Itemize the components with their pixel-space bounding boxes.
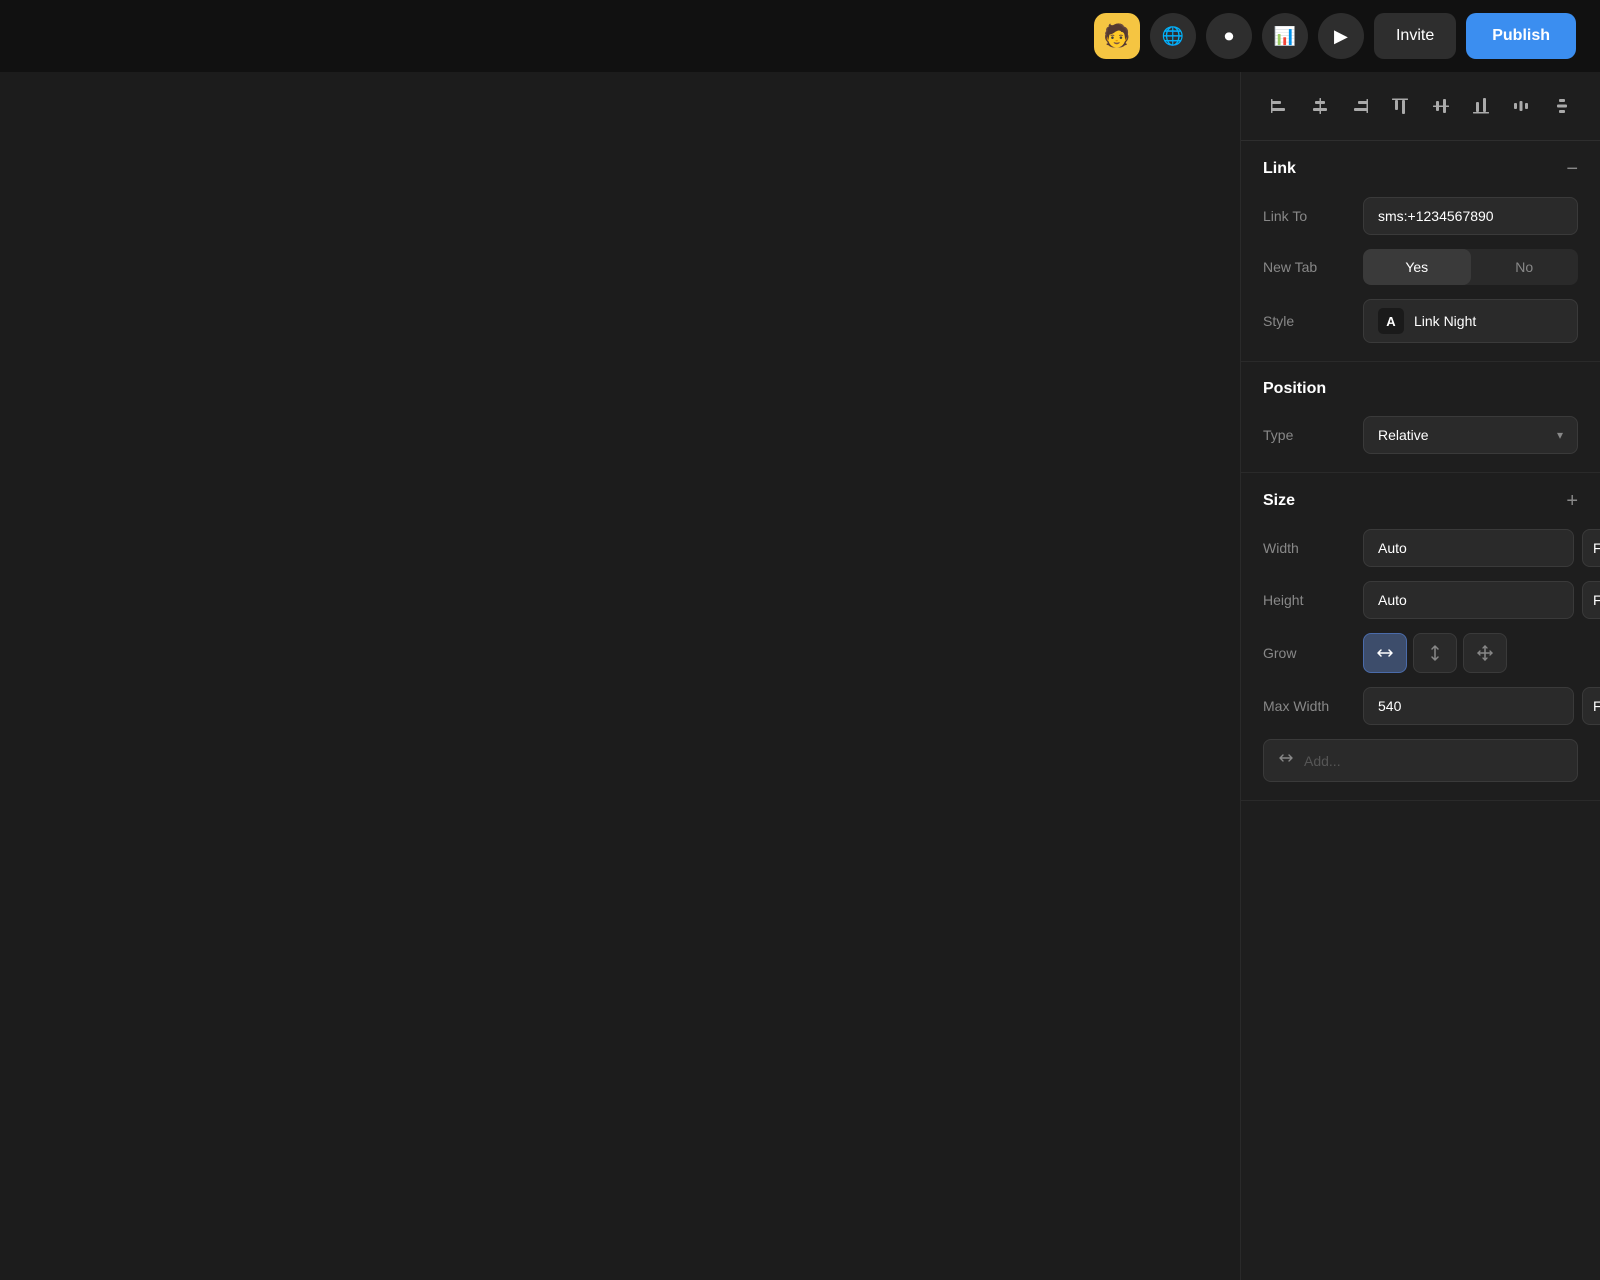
- align-bottom-icon: [1471, 96, 1491, 116]
- link-section-title: Link: [1263, 160, 1296, 178]
- height-input-group: Fit ▾: [1363, 581, 1600, 619]
- grow-both-icon: [1476, 644, 1494, 662]
- main-layout: Link − Link To New Tab Yes No: [0, 72, 1600, 1280]
- position-type-row: Type Relative ▾: [1263, 416, 1578, 454]
- align-center-h-button[interactable]: [1302, 88, 1338, 124]
- new-tab-no-button[interactable]: No: [1471, 249, 1579, 285]
- link-to-control: [1363, 197, 1578, 235]
- distribute-v-icon: [1552, 96, 1572, 116]
- max-width-unit-value: Fixed: [1593, 698, 1600, 714]
- width-input-group: Fit ▾: [1363, 529, 1600, 567]
- grow-horizontal-button[interactable]: [1363, 633, 1407, 673]
- style-selector[interactable]: A Link Night: [1363, 299, 1578, 343]
- max-width-input[interactable]: [1363, 687, 1574, 725]
- add-constraint-placeholder: Add...: [1304, 753, 1341, 769]
- align-center-h-icon: [1310, 96, 1330, 116]
- globe-button[interactable]: 🌐: [1150, 13, 1196, 59]
- canvas-area[interactable]: [0, 72, 1240, 1280]
- new-tab-toggle: Yes No: [1363, 249, 1578, 285]
- style-icon: A: [1378, 308, 1404, 334]
- width-input[interactable]: [1363, 529, 1574, 567]
- align-toolbar: [1241, 72, 1600, 141]
- align-right-button[interactable]: [1342, 88, 1378, 124]
- grow-label: Grow: [1263, 645, 1363, 661]
- link-section: Link − Link To New Tab Yes No: [1241, 141, 1600, 362]
- height-unit-value: Fit: [1593, 592, 1600, 608]
- chart-button[interactable]: 📊: [1262, 13, 1308, 59]
- publish-button[interactable]: Publish: [1466, 13, 1576, 59]
- height-unit-dropdown[interactable]: Fit ▾: [1582, 581, 1600, 619]
- grow-both-button[interactable]: [1463, 633, 1507, 673]
- distribute-h-icon: [1511, 96, 1531, 116]
- position-type-label: Type: [1263, 427, 1363, 443]
- avatar: 🧑: [1094, 13, 1140, 59]
- position-type-chevron-icon: ▾: [1557, 428, 1563, 442]
- new-tab-yes-button[interactable]: Yes: [1363, 249, 1471, 285]
- width-unit-dropdown[interactable]: Fit ▾: [1582, 529, 1600, 567]
- align-center-v-icon: [1431, 96, 1451, 116]
- align-center-v-button[interactable]: [1423, 88, 1459, 124]
- max-width-unit-dropdown[interactable]: Fixed ▾: [1582, 687, 1600, 725]
- size-section-header: Size +: [1263, 491, 1578, 511]
- align-left-button[interactable]: [1261, 88, 1297, 124]
- size-section: Size + Width Fit ▾ Height: [1241, 473, 1600, 801]
- new-tab-label: New Tab: [1263, 259, 1363, 275]
- position-type-value: Relative: [1378, 427, 1429, 443]
- grow-vertical-icon: [1428, 644, 1442, 662]
- style-name: Link Night: [1414, 313, 1476, 329]
- link-collapse-button[interactable]: −: [1566, 159, 1578, 179]
- max-width-row: Max Width Fixed ▾: [1263, 687, 1578, 725]
- add-constraint-icon: [1278, 750, 1294, 771]
- arrows-horizontal-icon: [1278, 750, 1294, 766]
- size-section-title: Size: [1263, 492, 1295, 510]
- play-button[interactable]: ▶: [1318, 13, 1364, 59]
- new-tab-control: Yes No: [1363, 249, 1578, 285]
- max-width-input-group: Fixed ▾: [1363, 687, 1600, 725]
- link-to-row: Link To: [1263, 197, 1578, 235]
- distribute-v-button[interactable]: [1544, 88, 1580, 124]
- link-section-header: Link −: [1263, 159, 1578, 179]
- align-bottom-button[interactable]: [1463, 88, 1499, 124]
- new-tab-row: New Tab Yes No: [1263, 249, 1578, 285]
- record-button[interactable]: ⏺: [1206, 13, 1252, 59]
- add-constraint-row[interactable]: Add...: [1263, 739, 1578, 782]
- max-width-label: Max Width: [1263, 698, 1363, 714]
- grow-row: Grow: [1263, 633, 1578, 673]
- align-right-icon: [1350, 96, 1370, 116]
- link-to-label: Link To: [1263, 208, 1363, 224]
- grow-horizontal-icon: [1376, 646, 1394, 660]
- grow-group: [1363, 633, 1578, 673]
- link-to-input[interactable]: [1363, 197, 1578, 235]
- size-add-button[interactable]: +: [1566, 491, 1578, 511]
- height-row: Height Fit ▾: [1263, 581, 1578, 619]
- width-row: Width Fit ▾: [1263, 529, 1578, 567]
- style-row: Style A Link Night: [1263, 299, 1578, 343]
- width-label: Width: [1263, 540, 1363, 556]
- height-label: Height: [1263, 592, 1363, 608]
- height-input[interactable]: [1363, 581, 1574, 619]
- right-panel: Link − Link To New Tab Yes No: [1240, 72, 1600, 1280]
- position-type-dropdown[interactable]: Relative ▾: [1363, 416, 1578, 454]
- grow-vertical-button[interactable]: [1413, 633, 1457, 673]
- distribute-h-button[interactable]: [1503, 88, 1539, 124]
- align-top-button[interactable]: [1382, 88, 1418, 124]
- align-left-icon: [1269, 96, 1289, 116]
- position-section-header: Position: [1263, 380, 1578, 398]
- position-section: Position Type Relative ▾: [1241, 362, 1600, 473]
- invite-button[interactable]: Invite: [1374, 13, 1456, 59]
- topbar: 🧑 🌐 ⏺ 📊 ▶ Invite Publish: [0, 0, 1600, 72]
- width-unit-value: Fit: [1593, 540, 1600, 556]
- align-top-icon: [1390, 96, 1410, 116]
- style-label: Style: [1263, 313, 1363, 329]
- position-type-control: Relative ▾: [1363, 416, 1578, 454]
- position-section-title: Position: [1263, 380, 1326, 398]
- style-control: A Link Night: [1363, 299, 1578, 343]
